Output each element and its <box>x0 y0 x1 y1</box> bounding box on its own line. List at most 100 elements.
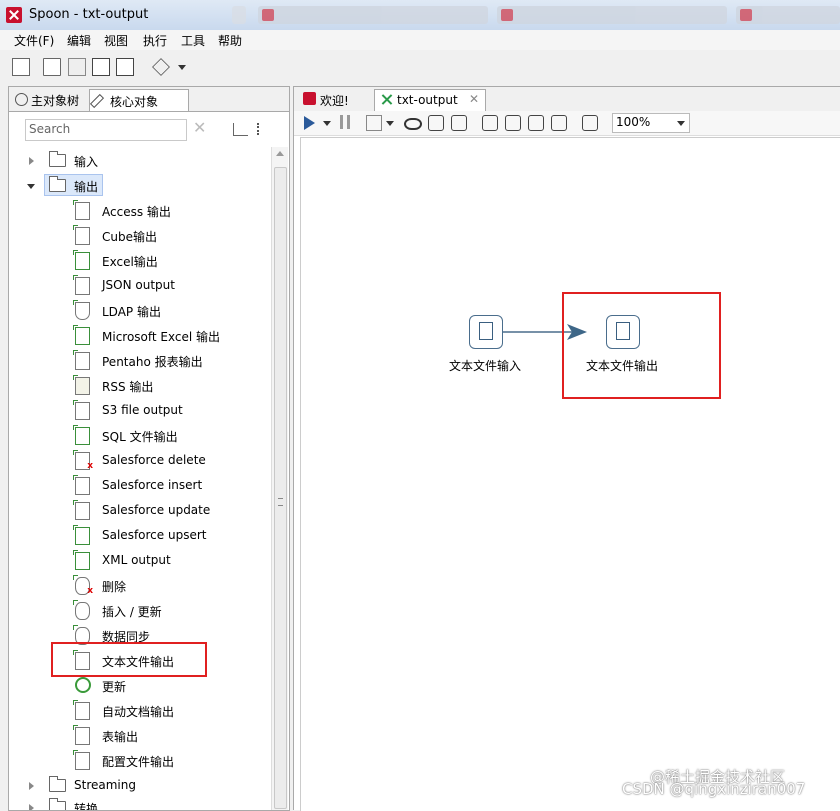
explore-repository-icon[interactable] <box>68 58 86 76</box>
chevron-down-icon[interactable] <box>323 121 331 126</box>
tree-step-ms-excel-output[interactable]: Microsoft Excel 输出 <box>73 325 265 346</box>
database-insert-update-icon <box>73 600 90 620</box>
pause-icon[interactable] <box>340 115 350 129</box>
watermark-csdn: CSDN @qingxinziran007 <box>622 780 806 798</box>
save-icon[interactable] <box>92 58 110 76</box>
left-panel-tabs: 主对象树 核心对象 <box>9 87 289 112</box>
menu-run[interactable]: 执行 <box>143 32 167 49</box>
rss-icon <box>73 375 90 395</box>
scrollbar-thumb[interactable] <box>274 167 287 809</box>
explore-db-icon[interactable] <box>551 115 567 131</box>
tree-step-salesforce-update[interactable]: Salesforce update <box>73 500 265 521</box>
zoom-value: 100% <box>616 115 651 129</box>
tree-step-pentaho-report-output[interactable]: Pentaho 报表输出 <box>73 350 265 371</box>
chevron-down-icon <box>677 121 685 126</box>
shield-icon <box>73 300 90 320</box>
expand-all-icon[interactable] <box>257 123 273 135</box>
menu-help[interactable]: 帮助 <box>218 32 242 49</box>
tree-label: 配置文件输出 <box>102 755 175 769</box>
access-output-icon <box>73 200 90 220</box>
tree-label: Microsoft Excel 输出 <box>102 330 221 344</box>
sql-icon[interactable] <box>528 115 544 131</box>
debug-bug-icon[interactable] <box>428 115 444 131</box>
save-as-icon[interactable] <box>116 58 134 76</box>
replay-icon[interactable] <box>451 115 467 131</box>
tree-label: S3 file output <box>102 403 183 417</box>
menu-file[interactable]: 文件(F) <box>14 32 54 49</box>
folder-icon <box>49 776 66 792</box>
tree-step-json-output[interactable]: JSON output <box>73 275 265 296</box>
tree-step-properties-output[interactable]: 配置文件输出 <box>73 750 265 771</box>
step-text-file-input[interactable] <box>469 315 503 349</box>
collapse-twisty-icon[interactable] <box>27 184 35 189</box>
chevron-down-icon[interactable] <box>178 65 186 70</box>
tree-step-sql-file-output[interactable]: SQL 文件输出 <box>73 425 265 446</box>
transformation-canvas[interactable]: 文本文件输入 文本文件输出 <box>300 137 840 811</box>
tree-folder-streaming[interactable]: Streaming <box>23 776 173 796</box>
s3-output-icon <box>73 400 90 420</box>
tree-scrollbar[interactable] <box>271 147 288 810</box>
tree-label: 更新 <box>102 680 127 694</box>
salesforce-insert-icon <box>73 475 90 495</box>
transformation-icon <box>380 93 393 106</box>
menu-edit[interactable]: 编辑 <box>67 32 91 49</box>
menu-tools[interactable]: 工具 <box>181 32 205 49</box>
expand-twisty-icon[interactable] <box>29 782 34 790</box>
clear-search-icon[interactable]: ✕ <box>193 120 207 136</box>
tree-step-rss-output[interactable]: RSS 输出 <box>73 375 265 396</box>
run-icon[interactable] <box>304 116 315 130</box>
stop-icon[interactable] <box>366 115 382 131</box>
tree-step-auto-doc-output[interactable]: 自动文档输出 <box>73 700 265 721</box>
tree-label: Cube输出 <box>102 230 157 244</box>
tree-label: Streaming <box>74 778 136 792</box>
expand-twisty-icon[interactable] <box>29 157 34 165</box>
preview-eye-icon[interactable] <box>404 118 422 130</box>
tree-label: 表输出 <box>102 730 139 744</box>
tree-label: Access 输出 <box>102 205 171 219</box>
tree-step-ldap-output[interactable]: LDAP 输出 <box>73 300 265 321</box>
expand-twisty-icon[interactable] <box>29 804 34 810</box>
tree-folder-output[interactable]: 输出 <box>23 174 173 196</box>
tree-step-update[interactable]: 更新 <box>75 676 265 696</box>
main-toolbar <box>0 52 840 82</box>
highlight-box-canvas-step <box>562 292 721 399</box>
editor-toolbar: 100% <box>294 111 840 136</box>
tree-step-access-output[interactable]: Access 输出 <box>73 200 265 221</box>
collapse-all-icon[interactable] <box>233 123 248 136</box>
show-results-icon[interactable] <box>582 115 598 131</box>
tab-txt-output[interactable]: txt-output ✕ <box>374 89 486 111</box>
tab-welcome[interactable]: 欢迎! <box>298 89 376 110</box>
step-tree: 输入 输出 Access 输出 Cube输出 Excel输出 JSON outp… <box>9 147 271 810</box>
salesforce-delete-icon: x <box>73 450 93 471</box>
verify-icon[interactable] <box>482 115 498 131</box>
open-file-icon[interactable] <box>43 58 61 76</box>
menu-view[interactable]: 视图 <box>104 32 128 49</box>
grip-icon <box>278 498 283 506</box>
tree-step-insert-update[interactable]: 插入 / 更新 <box>73 600 265 621</box>
tab-main-object-tree[interactable]: 主对象树 <box>11 89 89 110</box>
chevron-down-icon[interactable] <box>386 121 394 126</box>
tree-folder-input[interactable]: 输入 <box>23 151 173 171</box>
perspective-layers-icon[interactable] <box>152 58 170 76</box>
tree-step-table-output[interactable]: 表输出 <box>73 725 265 746</box>
tree-step-salesforce-upsert[interactable]: Salesforce upsert <box>73 525 265 546</box>
new-file-icon[interactable] <box>12 58 30 76</box>
tree-step-s3-file-output[interactable]: S3 file output <box>73 400 265 421</box>
tree-folder-transform[interactable]: 转换 <box>23 798 173 810</box>
tree-step-salesforce-insert[interactable]: Salesforce insert <box>73 475 265 496</box>
tree-step-excel-output[interactable]: Excel输出 <box>73 250 265 271</box>
tree-label: RSS 输出 <box>102 380 154 394</box>
folder-icon <box>49 176 66 192</box>
impact-icon[interactable] <box>505 115 521 131</box>
zoom-select[interactable]: 100% <box>612 113 690 133</box>
tab-core-objects[interactable]: 核心对象 <box>89 89 189 111</box>
search-input[interactable]: Search <box>25 119 187 141</box>
tree-step-salesforce-delete[interactable]: x Salesforce delete <box>73 450 265 471</box>
close-icon[interactable]: ✕ <box>469 92 479 106</box>
tree-step-xml-output[interactable]: XML output <box>73 550 265 571</box>
excel-output-icon <box>73 325 90 345</box>
tree-step-cube-output[interactable]: Cube输出 <box>73 225 265 246</box>
tree-label: Salesforce update <box>102 503 211 517</box>
tree-step-delete[interactable]: x 删除 <box>73 575 265 596</box>
scroll-up-icon[interactable] <box>276 151 284 156</box>
